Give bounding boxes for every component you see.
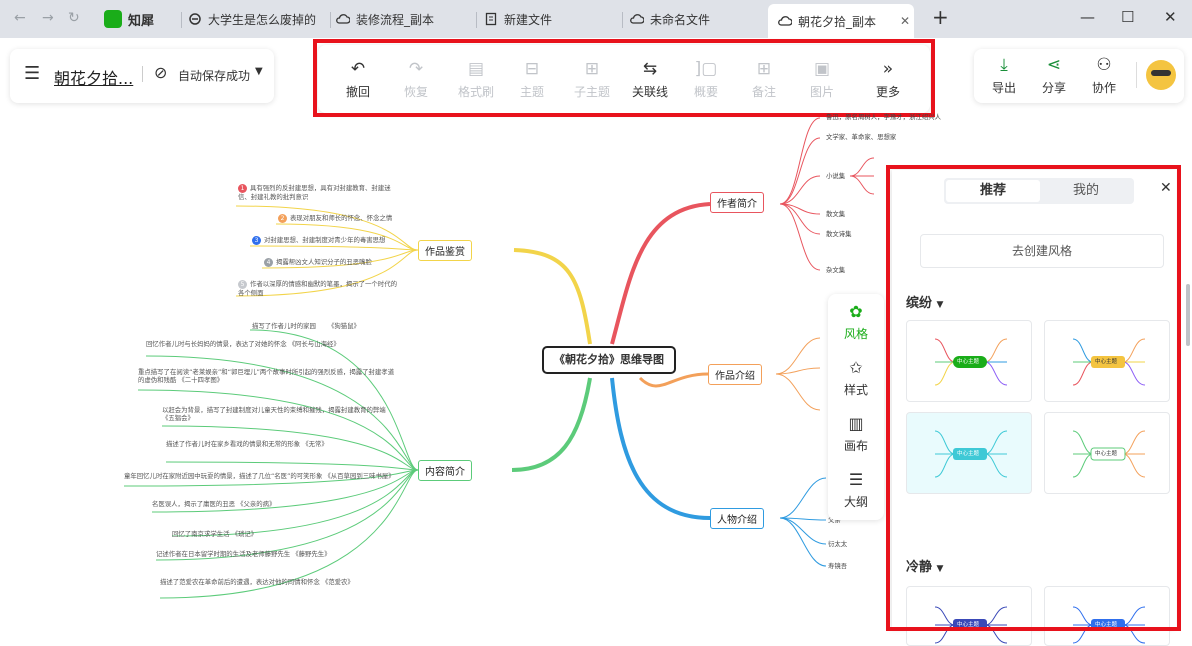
close-tab-icon[interactable]: ✕ [900,14,910,28]
cloud-icon [630,12,645,26]
cloud-icon [336,12,351,26]
style-button[interactable]: ✩ 样式 [838,358,874,398]
style-panel: 推荐 我的 ✕ 去创建风格 缤纷 ▼ 中心主题 中心主题 中心主题 中心主题 冷… [892,170,1176,646]
appreciation-item[interactable]: 3 对封建思想、封建制度对青少年的毒害思想 [252,236,398,245]
vertical-scrollbar[interactable] [1186,284,1190,346]
content-item[interactable]: 回忆作者儿时与长妈妈的情景，表达了对她的怀念 《阿长与山海经》 [146,340,396,348]
author-leaf[interactable]: 小说集 [826,172,845,180]
doc-icon [484,12,498,26]
back-icon[interactable]: ← [14,10,26,26]
person-leaf[interactable]: 衍太太 [828,540,847,548]
branch-author[interactable]: 作者简介 [710,192,764,213]
tab-untitled[interactable]: 未命名文件 [630,4,760,34]
content-item[interactable]: 描写了作者儿时的家园 《狗猫鼠》 [252,322,397,330]
tab-current[interactable]: 朝花夕拾_副本 ✕ [768,4,914,38]
style-thumb-4[interactable]: 中心主题 [1044,412,1170,494]
magic-wand-icon: ✩ [849,358,863,377]
style-thumb-5[interactable]: 中心主题 [906,586,1032,646]
layout-icon: ▥ [848,414,864,433]
palette-icon: ✿ [849,302,863,321]
refresh-icon[interactable]: ↻ [68,10,80,26]
maximize-icon[interactable]: ☐ [1121,8,1134,26]
content-item[interactable]: 描述了作者儿时在家乡看戏的情景和无常的形象 《无常》 [166,440,396,448]
author-leaf[interactable]: 杂文集 [826,266,845,274]
panel-tabs: 推荐 我的 [944,178,1134,204]
group-calm-header[interactable]: 冷静 ▼ [906,556,943,575]
connector-works [638,372,709,388]
tab-mindmap-1[interactable]: 大学生是怎么废掉的 [188,4,326,34]
browser-tab-bar: ← → ↻ 知犀 大学生是怎么废掉的 装修流程_副本 新建文件 未命名文件 朝花… [0,0,1192,38]
outline-button[interactable]: ☰ 大纲 [838,470,874,510]
caret-down-icon: ▼ [936,564,944,574]
app-logo-icon [104,10,122,28]
connector-people [610,377,711,520]
cloud-icon [778,14,793,28]
content-item[interactable]: 记述作者在日本留学时期的生活及老师藤野先生 《藤野先生》 [156,550,396,558]
content-item[interactable]: 名医误人，揭示了庸医的丑恶 《父亲的病》 [152,500,396,508]
style-thumb-2[interactable]: 中心主题 [1044,320,1170,402]
tab-new-file[interactable]: 新建文件 [484,4,614,34]
connector-author [610,202,711,345]
caret-down-icon: ▼ [936,300,944,310]
minimize-icon[interactable]: — [1080,8,1095,26]
tab-recommend[interactable]: 推荐 [946,180,1040,202]
style-theme-button[interactable]: ✿ 风格 [838,302,874,342]
close-icon[interactable]: ✕ [1160,180,1172,196]
content-item[interactable]: 以赶会为背景，描写了封建制度对儿童天性的束缚和摧残，揭露封建教育的弊端 《五猖会… [162,406,396,422]
author-leaf[interactable]: 散文诗集 [826,230,852,238]
author-leaf[interactable]: 鲁迅，原名周树人，字豫才，浙江绍兴人 [826,113,941,121]
content-item[interactable]: 重点描写了在阅读“老莱娱亲”和“郭巨埋儿”两个故事时所引起的强烈反感，揭露了封建… [138,368,396,384]
appreciation-item[interactable]: 5 作者以深厚的情感和幽默的笔墨，揭示了一个时代的各个侧面 [238,280,398,297]
style-thumb-1[interactable]: 中心主题 [906,320,1032,402]
person-leaf[interactable]: 寿镜吾 [828,562,847,570]
branch-content[interactable]: 内容简介 [418,460,472,481]
tab-app[interactable]: 知犀 [104,4,180,34]
branch-people[interactable]: 人物介绍 [710,508,764,529]
style-thumb-3[interactable]: 中心主题 [906,412,1032,494]
window-close-icon[interactable]: ✕ [1164,8,1177,26]
author-leaf[interactable]: 散文集 [826,210,845,218]
content-item[interactable]: 描述了范爱农在革命前后的遭遇，表达对他的同情和怀念 《范爱农》 [160,578,396,586]
content-item[interactable]: 回忆了南京求学生活 《琐记》 [172,530,396,538]
new-tab-icon[interactable]: + [932,5,949,29]
tab-renovation[interactable]: 装修流程_副本 [336,4,466,34]
mindmap-canvas[interactable]: ☰ 朝花夕拾... ⊘ 自动保存成功 ▼ ↶ 撤回 ↷ 恢复 ▤ 格式刷 ⊟ 主题 ⊞ 子… [0,38,1192,646]
tab-mine[interactable]: 我的 [1040,180,1132,202]
appreciation-item[interactable]: 4 揭露帮凶文人知识分子的丑恶嘴脸 [264,258,398,267]
branch-appreciation[interactable]: 作品鉴赏 [418,240,472,261]
branch-works[interactable]: 作品介绍 [708,364,762,385]
group-colorful-header[interactable]: 缤纷 ▼ [906,292,943,311]
appreciation-item[interactable]: 2 表现对朋友和师长的怀念、怀念之情 [278,214,398,223]
canvas-button[interactable]: ▥ 画布 [838,414,874,454]
list-icon: ☰ [848,470,864,489]
forward-icon[interactable]: → [42,10,54,26]
create-style-button[interactable]: 去创建风格 [920,234,1164,268]
content-item[interactable]: 童年回忆儿时在家附近园中玩耍的情景，描述了几位“名医”的可笑形象 《从百草园到三… [124,472,396,480]
mindmap-icon [188,12,202,26]
author-leaf[interactable]: 文学家、革命家、思想家 [826,133,896,141]
style-thumb-6[interactable]: 中心主题 [1044,586,1170,646]
appreciation-item[interactable]: 1 具有强烈的反封建思想，具有对封建教育、封建迷信、封建礼教的批判意识 [238,184,398,201]
side-menu: ✿ 风格 ✩ 样式 ▥ 画布 ☰ 大纲 [828,294,884,520]
mindmap-center-node[interactable]: 《朝花夕拾》思维导图 [542,346,676,374]
connector-content [511,377,592,472]
connector-appreciation [513,248,592,345]
